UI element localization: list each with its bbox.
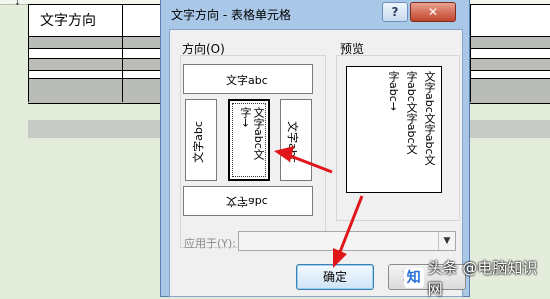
table-column-divider <box>122 4 123 102</box>
option-stacked[interactable]: 文字abc文 字→ <box>228 99 270 181</box>
dialog-title: 文字方向 - 表格单元格 <box>171 8 291 22</box>
option-vertical-right-label: 文字abc <box>285 121 299 163</box>
watermark-text: 头条 @电脑知识网 <box>427 259 538 298</box>
watermark: 知 头条 @电脑知识网 <box>404 259 550 298</box>
table-column-divider <box>470 4 471 102</box>
table-cell-text[interactable]: 文字方向 <box>40 10 96 30</box>
table-border <box>28 4 29 102</box>
help-button[interactable]: ? <box>382 2 408 22</box>
preview-box: 文字abc文字abc文 字abc文字abc文 字abc→ <box>346 66 442 193</box>
dropdown-arrow-icon[interactable]: ▼ <box>438 232 455 250</box>
option-vertical-right[interactable]: 文字abc <box>280 99 312 181</box>
preview-column-3: 字abc→ <box>387 71 400 111</box>
option-horizontal-label: 文字abc <box>226 74 268 87</box>
close-button[interactable]: ✕ <box>410 2 456 22</box>
preview-column-1: 文字abc文字abc文 <box>423 71 436 166</box>
apply-to-dropdown[interactable]: ▼ <box>238 231 456 251</box>
paragraph-marker: ↓ <box>14 0 21 7</box>
option-stacked-col2: 字→ <box>239 107 252 128</box>
option-bottom-inverted[interactable]: 文字abc <box>183 186 313 216</box>
option-vertical-left[interactable]: 文字abc <box>185 99 217 181</box>
watermark-logo-icon: 知 <box>404 268 424 288</box>
option-vertical-left-label: 文字abc <box>191 121 205 163</box>
option-horizontal[interactable]: 文字abc <box>183 64 313 94</box>
text-direction-dialog: 文字方向 - 表格单元格 ? ✕ 方向(O) 文字abc 文字abc 文字abc… <box>160 0 470 297</box>
dialog-body: 方向(O) 文字abc 文字abc 文字abc文 字→ 文字abc 文字abc … <box>169 29 466 297</box>
dialog-titlebar[interactable]: 文字方向 - 表格单元格 ? ✕ <box>161 0 469 28</box>
preview-column-2: 字abc文字abc文 <box>405 71 418 155</box>
apply-to-label: 应用于(Y): <box>184 237 237 250</box>
ok-button[interactable]: 确定 <box>296 264 374 290</box>
option-bottom-inverted-label: 文字abc <box>226 195 268 208</box>
